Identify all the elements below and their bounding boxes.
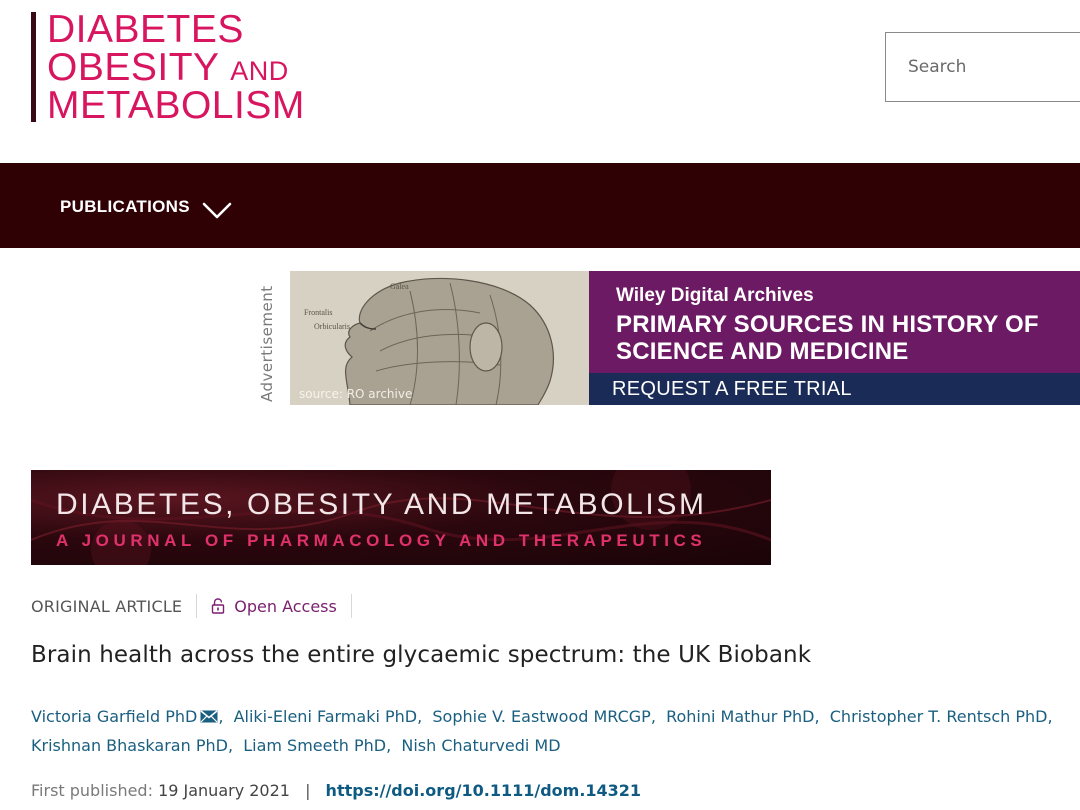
ad-text-panel: Wiley Digital Archives PRIMARY SOURCES I… [589,271,1080,405]
envelope-icon[interactable] [200,710,218,723]
author-link[interactable]: Victoria Garfield PhD [31,707,197,726]
ad-cta-bar[interactable]: REQUEST A FREE TRIAL [589,373,1080,405]
request-free-trial-button[interactable]: REQUEST A FREE TRIAL [612,378,852,401]
main-navbar: PUBLICATIONS [0,163,1080,248]
advertisement-banner[interactable]: Frontalis Orbicularis Galea source: RO a… [290,271,1080,405]
first-published-date: 19 January 2021 [158,781,290,800]
publication-info: First published: 19 January 2021 | https… [31,781,641,800]
logo-line-metabolism: METABOLISM [47,84,305,127]
author-link[interactable]: Rohini Mathur PhD [666,707,814,726]
author-link[interactable]: Krishnan Bhaskaran PhD [31,736,228,755]
svg-text:Frontalis: Frontalis [304,308,332,317]
publications-label: PUBLICATIONS [60,197,190,216]
article-meta-row: ORIGINAL ARTICLE Open Access [31,594,366,618]
advertisement-label: Advertisement [258,285,276,402]
search-box [885,32,1080,102]
first-published-label: First published: [31,781,153,800]
banner-title: DIABETES, OBESITY AND METABOLISM [56,488,707,521]
search-input[interactable] [886,33,1080,101]
author-link[interactable]: Nish Chaturvedi MD [401,736,560,755]
logo-obesity-text: OBESITY [47,46,219,89]
chevron-down-icon [202,202,232,219]
journal-logo[interactable]: DIABETES OBESITY AND METABOLISM [31,10,331,125]
ad-headline: PRIMARY SOURCES IN HISTORY OF SCIENCE AN… [616,311,1039,365]
svg-text:Orbicularis: Orbicularis [314,322,350,331]
article-title: Brain health across the entire glycaemic… [31,642,812,668]
publications-menu[interactable]: PUBLICATIONS [60,187,232,227]
open-access-label: Open Access [234,596,337,616]
author-list: Victoria Garfield PhD , Aliki-Eleni Farm… [31,707,1058,755]
ad-source-caption: source: RO archive [299,387,413,401]
anatomical-head-image: Frontalis Orbicularis Galea [290,271,589,405]
svg-text:Galea: Galea [390,282,409,291]
author-link[interactable]: Christopher T. Rentsch PhD [830,707,1048,726]
doi-link[interactable]: https://doi.org/10.1111/dom.14321 [326,781,642,800]
journal-banner[interactable]: DIABETES, OBESITY AND METABOLISM A JOURN… [31,470,771,565]
anatomy-illustration: Frontalis Orbicularis Galea source: RO a… [290,271,589,405]
logo-bar [31,12,36,122]
banner-subtitle: A JOURNAL OF PHARMACOLOGY AND THERAPEUTI… [56,531,707,550]
open-access-badge[interactable]: Open Access [211,597,337,616]
author-link[interactable]: Liam Smeeth PhD [243,736,386,755]
author-link[interactable]: Sophie V. Eastwood MRCGP [432,707,650,726]
article-type: ORIGINAL ARTICLE [31,596,183,616]
logo-line-diabetes: DIABETES [47,8,244,51]
open-lock-icon [212,598,225,614]
meta-divider [196,594,198,618]
meta-divider [350,594,352,618]
logo-and-text: AND [230,56,289,86]
pipe-separator: | [305,781,311,800]
ad-brand: Wiley Digital Archives [616,285,814,306]
author-link[interactable]: Aliki-Eleni Farmaki PhD [234,707,418,726]
